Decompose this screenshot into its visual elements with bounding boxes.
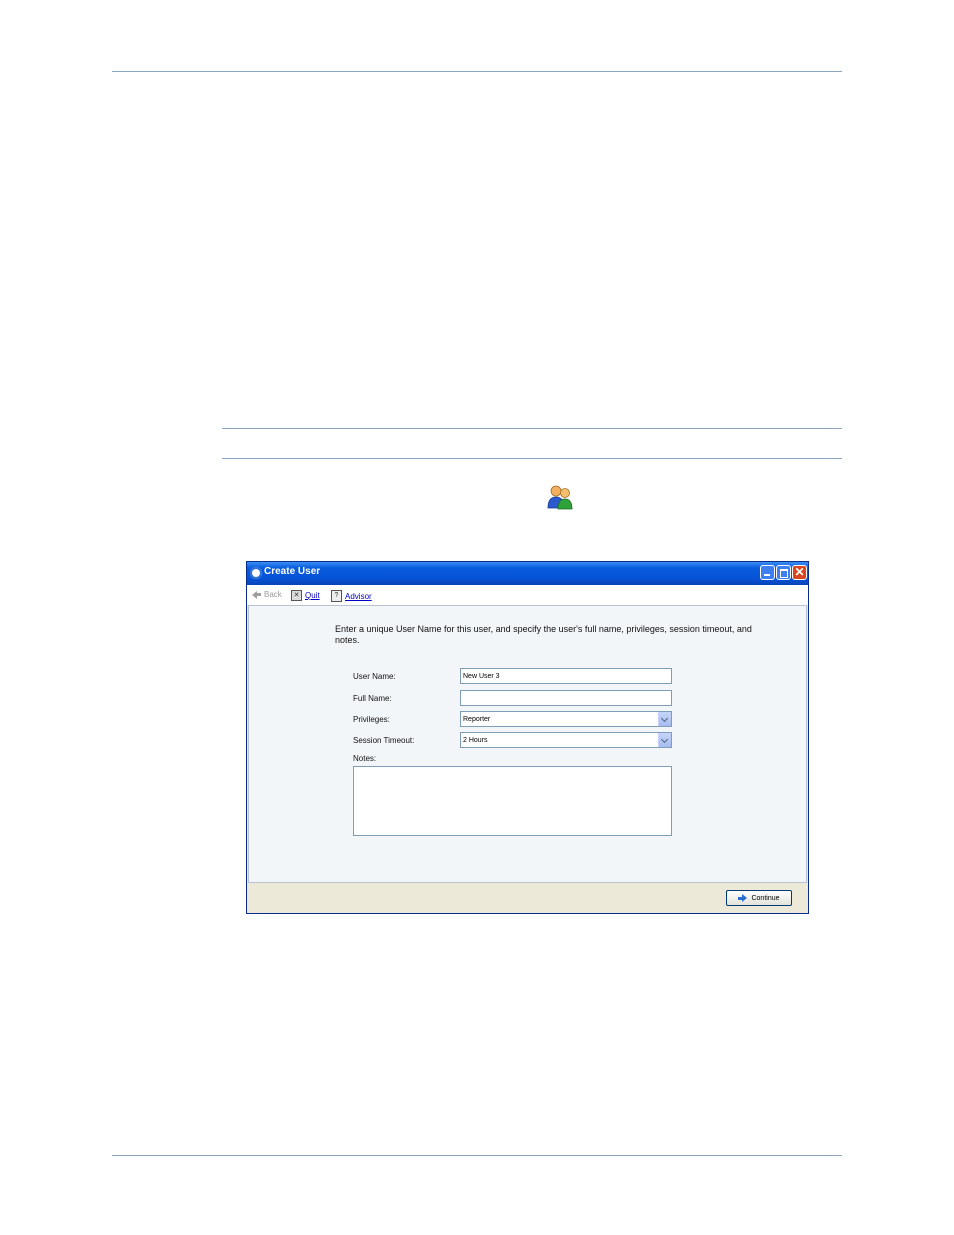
notes-label: Notes: [353, 754, 377, 763]
full-name-label: Full Name: [353, 694, 392, 703]
chevron-down-icon[interactable] [658, 733, 671, 747]
session-timeout-value: 2 Hours [463, 737, 488, 744]
users-icon [547, 485, 573, 510]
arrow-right-icon [742, 894, 748, 902]
maximize-button[interactable] [776, 565, 791, 580]
advisor-icon: ? [331, 590, 342, 602]
chevron-down-icon[interactable] [658, 712, 671, 726]
minimize-button[interactable] [760, 565, 775, 580]
title-bar: Create User ✕ [247, 562, 808, 585]
quit-label: Quit [305, 591, 320, 600]
toolbar: Back ✕ Quit ? Advisor [247, 585, 808, 605]
back-label: Back [264, 590, 282, 599]
advisor-label: Advisor [345, 591, 372, 601]
continue-button[interactable]: Continue [726, 890, 792, 906]
header-rule [112, 71, 842, 72]
user-name-input[interactable]: New User 3 [460, 668, 672, 684]
privileges-label: Privileges: [353, 715, 390, 724]
privileges-select[interactable]: Reporter [460, 711, 672, 727]
create-user-dialog: Create User ✕ Back ✕ Quit ? Advisor Ente… [246, 561, 809, 914]
footer-rule [112, 1155, 842, 1156]
dialog-title: Create User [264, 566, 321, 577]
session-timeout-select[interactable]: 2 Hours [460, 732, 672, 748]
privileges-value: Reporter [463, 716, 491, 723]
full-name-input[interactable] [460, 690, 672, 706]
quit-button[interactable]: ✕ Quit [291, 590, 320, 601]
advisor-button[interactable]: ? Advisor [331, 590, 372, 602]
continue-label: Continue [751, 894, 780, 902]
intro-text: Enter a unique User Name for this user, … [335, 624, 752, 645]
user-name-label: User Name: [353, 672, 396, 681]
close-button[interactable]: ✕ [792, 565, 807, 580]
note-rule-top [222, 428, 842, 429]
note-rule-bottom [222, 458, 842, 459]
session-timeout-label: Session Timeout: [353, 736, 415, 745]
dialog-content: Enter a unique User Name for this user, … [248, 605, 807, 883]
app-logo-icon [250, 567, 262, 579]
notes-textarea[interactable] [353, 766, 672, 836]
quit-icon: ✕ [291, 590, 302, 601]
back-button[interactable]: Back [252, 590, 282, 599]
